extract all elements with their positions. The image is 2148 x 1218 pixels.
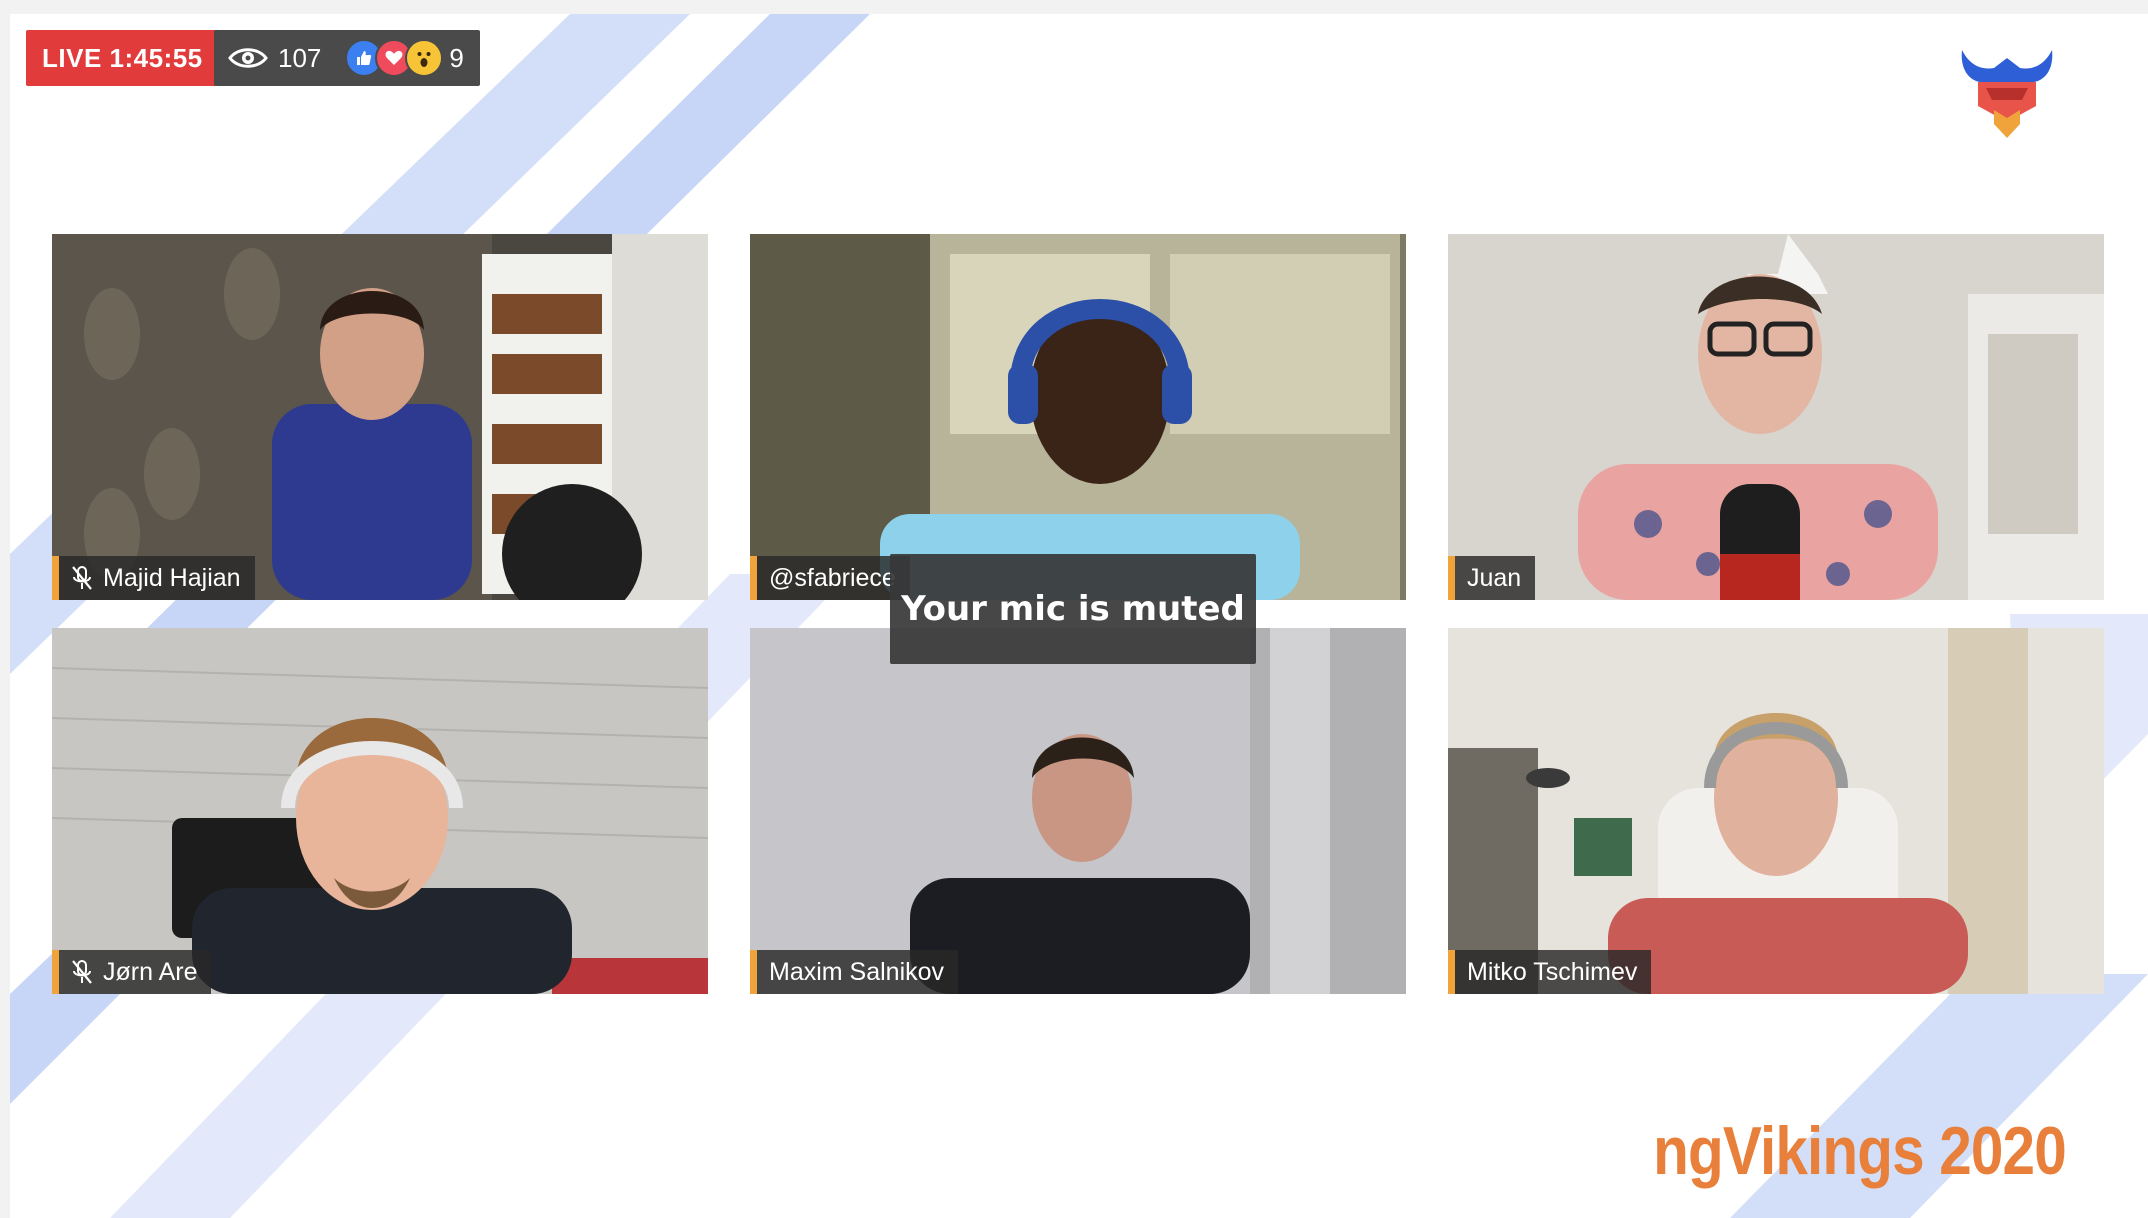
participant-name-tag: @sfabriece [750, 556, 910, 600]
video-tile-maxim-salnikov[interactable]: Maxim Salnikov [750, 628, 1406, 994]
participant-name-tag: Maxim Salnikov [750, 950, 959, 994]
participant-name-tag: Juan [1448, 556, 1536, 600]
viking-helmet-logo [1961, 50, 2053, 138]
participant-name-tag: Jørn Are [52, 950, 212, 994]
participant-name-tag: Mitko Tschimev [1448, 950, 1652, 994]
broadcast-stage: LIVE 1:45:55 107 9 Majid Hajian @sfabrie… [10, 14, 2148, 1218]
video-tile-mitko-tschimev[interactable]: Mitko Tschimev [1448, 628, 2104, 994]
event-title: ngVikings 2020 [1653, 1113, 2067, 1189]
mic-muted-notification: Your mic is muted [890, 554, 1256, 664]
mic-muted-icon [72, 566, 92, 590]
live-timer-badge: LIVE 1:45:55 [26, 30, 219, 86]
participant-video [1448, 234, 2104, 600]
eye-icon [228, 48, 268, 68]
participant-name: Juan [1467, 563, 1522, 592]
participant-name: Maxim Salnikov [769, 957, 945, 986]
participant-name: Mitko Tschimev [1467, 957, 1638, 986]
video-tile-juan[interactable]: Juan [1448, 234, 2104, 600]
participant-video [1448, 628, 2104, 994]
participant-video [52, 628, 708, 994]
participant-video [750, 628, 1406, 994]
wow-reaction-icon [405, 39, 444, 77]
video-tile-jorn-are[interactable]: Jørn Are [52, 628, 708, 994]
audience-stats: 107 9 [214, 30, 480, 86]
reaction-icons: 9 [345, 39, 464, 77]
mic-muted-icon [72, 960, 92, 984]
reaction-count: 9 [449, 42, 464, 73]
video-tile-sfabriece[interactable]: @sfabriece [750, 234, 1406, 600]
participant-name: Majid Hajian [103, 563, 241, 592]
video-tile-majid-hajian[interactable]: Majid Hajian [52, 234, 708, 600]
participant-video [750, 234, 1406, 600]
participant-name: Jørn Are [103, 957, 198, 986]
participant-name: @sfabriece [769, 563, 896, 592]
participant-name-tag: Majid Hajian [52, 556, 255, 600]
participant-video [52, 234, 708, 600]
viewer-count: 107 [278, 42, 322, 73]
